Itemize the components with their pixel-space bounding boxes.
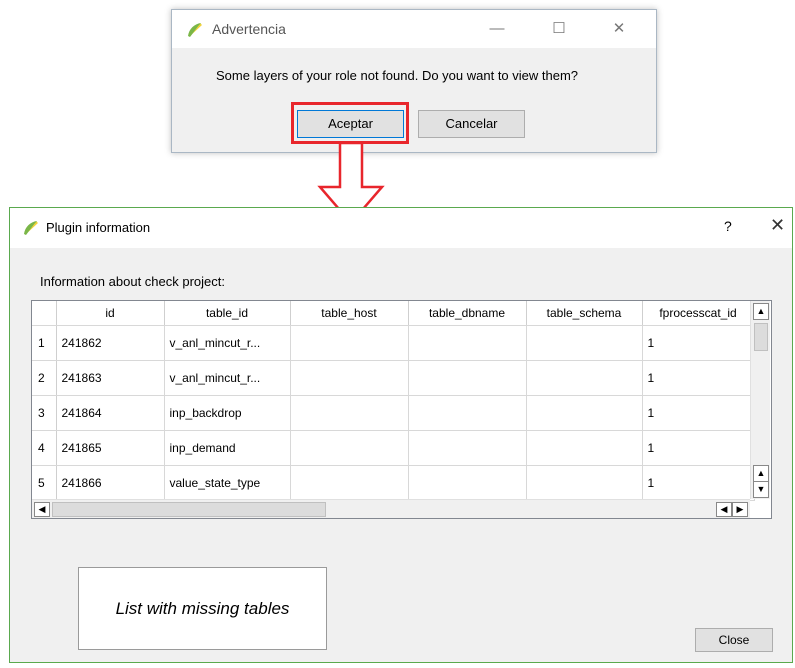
cell-id[interactable]: 241863 xyxy=(56,360,165,396)
table-row[interactable]: 5 241866 value_state_type 1 xyxy=(32,465,755,501)
cell-id[interactable]: 241866 xyxy=(56,465,165,501)
qgis-logo-icon xyxy=(188,23,202,37)
accept-highlight-box xyxy=(291,102,409,144)
cell-fprocesscat-id[interactable]: 1 xyxy=(642,395,755,431)
cell-table-schema[interactable] xyxy=(526,360,643,396)
cell-id[interactable]: 241865 xyxy=(56,430,165,466)
cell-table-dbname[interactable] xyxy=(408,360,527,396)
cell-table-dbname[interactable] xyxy=(408,430,527,466)
missing-tables-grid[interactable]: id table_id table_host table_dbname tabl… xyxy=(31,300,772,519)
warning-message: Some layers of your role not found. Do y… xyxy=(216,68,579,83)
row-number[interactable]: 1 xyxy=(32,325,57,361)
scroll-down-icon[interactable]: ▼ xyxy=(753,481,769,498)
cell-table-id[interactable]: inp_backdrop xyxy=(164,395,291,431)
scroll-right-icon[interactable]: ▶ xyxy=(732,502,748,517)
cell-table-schema[interactable] xyxy=(526,430,643,466)
cell-fprocesscat-id[interactable]: 1 xyxy=(642,430,755,466)
vertical-scroll-thumb[interactable] xyxy=(754,323,768,351)
cancel-button[interactable]: Cancelar xyxy=(418,110,525,138)
row-number[interactable]: 5 xyxy=(32,465,57,501)
plugin-title-bar: Plugin information ? ✕ xyxy=(10,208,792,248)
warning-dialog: Advertencia — ☐ ✕ Some layers of your ro… xyxy=(171,9,657,153)
column-header[interactable]: table_dbname xyxy=(408,301,527,326)
cell-table-host[interactable] xyxy=(290,395,409,431)
scroll-up-icon[interactable]: ▲ xyxy=(753,465,769,482)
column-header[interactable]: fprocesscat_id xyxy=(642,301,755,326)
cell-id[interactable]: 241864 xyxy=(56,395,165,431)
qgis-logo-icon xyxy=(24,221,38,235)
plugin-close-icon[interactable]: ✕ xyxy=(770,215,785,236)
cell-table-dbname[interactable] xyxy=(408,325,527,361)
cell-table-id[interactable]: v_anl_mincut_r... xyxy=(164,360,291,396)
cell-fprocesscat-id[interactable]: 1 xyxy=(642,325,755,361)
row-number[interactable]: 2 xyxy=(32,360,57,396)
table-row[interactable]: 1 241862 v_anl_mincut_r... 1 xyxy=(32,325,755,361)
cell-table-dbname[interactable] xyxy=(408,465,527,501)
cell-table-id[interactable]: v_anl_mincut_r... xyxy=(164,325,291,361)
header-row: id table_id table_host table_dbname tabl… xyxy=(32,301,755,326)
cell-table-id[interactable]: value_state_type xyxy=(164,465,291,501)
cell-table-host[interactable] xyxy=(290,325,409,361)
cell-table-host[interactable] xyxy=(290,430,409,466)
horizontal-scrollbar[interactable]: ◀ ◀ ▶ xyxy=(32,499,750,518)
warning-title-bar: Advertencia — ☐ ✕ xyxy=(172,10,656,48)
cell-fprocesscat-id[interactable]: 1 xyxy=(642,465,755,501)
warning-close-button[interactable]: ✕ xyxy=(604,18,634,40)
help-button[interactable]: ? xyxy=(724,218,732,234)
vertical-scrollbar[interactable]: ▲ ▲ ▼ xyxy=(750,301,770,499)
cell-fprocesscat-id[interactable]: 1 xyxy=(642,360,755,396)
table-row[interactable]: 3 241864 inp_backdrop 1 xyxy=(32,395,755,431)
cell-table-id[interactable]: inp_demand xyxy=(164,430,291,466)
cell-table-schema[interactable] xyxy=(526,465,643,501)
plugin-information-dialog: Plugin information ? ✕ Information about… xyxy=(9,207,793,663)
cell-table-host[interactable] xyxy=(290,360,409,396)
minimize-button[interactable]: — xyxy=(482,18,512,40)
maximize-button[interactable]: ☐ xyxy=(544,18,574,40)
scroll-left-icon[interactable]: ◀ xyxy=(716,502,732,517)
cell-table-dbname[interactable] xyxy=(408,395,527,431)
column-header[interactable]: table_schema xyxy=(526,301,643,326)
column-header[interactable]: table_host xyxy=(290,301,409,326)
cell-table-schema[interactable] xyxy=(526,395,643,431)
horizontal-scroll-thumb[interactable] xyxy=(52,502,326,517)
data-table: id table_id table_host table_dbname tabl… xyxy=(32,301,755,501)
cell-table-schema[interactable] xyxy=(526,325,643,361)
row-number[interactable]: 4 xyxy=(32,430,57,466)
annotation-callout: List with missing tables xyxy=(78,567,327,650)
info-label: Information about check project: xyxy=(40,274,225,289)
scroll-up-icon[interactable]: ▲ xyxy=(753,303,769,320)
warning-title: Advertencia xyxy=(212,21,286,37)
plugin-title: Plugin information xyxy=(46,220,151,235)
cell-id[interactable]: 241862 xyxy=(56,325,165,361)
cell-table-host[interactable] xyxy=(290,465,409,501)
row-number[interactable]: 3 xyxy=(32,395,57,431)
table-row[interactable]: 4 241865 inp_demand 1 xyxy=(32,430,755,466)
close-button[interactable]: Close xyxy=(695,628,773,652)
table-row[interactable]: 2 241863 v_anl_mincut_r... 1 xyxy=(32,360,755,396)
column-header[interactable]: id xyxy=(56,301,165,326)
column-header[interactable]: table_id xyxy=(164,301,291,326)
scroll-left-icon[interactable]: ◀ xyxy=(34,502,50,517)
corner-cell[interactable] xyxy=(32,301,57,326)
